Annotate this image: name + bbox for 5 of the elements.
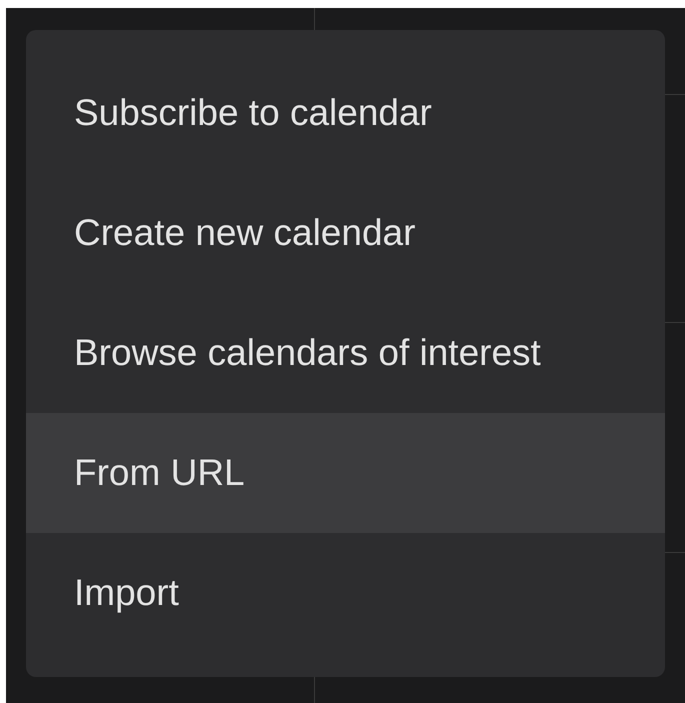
- menu-item[interactable]: Browse calendars of interest: [26, 293, 665, 413]
- menu-item[interactable]: Subscribe to calendar: [26, 53, 665, 173]
- menu-item[interactable]: Import: [26, 533, 665, 653]
- menu-item[interactable]: Create new calendar: [26, 173, 665, 293]
- menu-item[interactable]: From URL: [26, 413, 665, 533]
